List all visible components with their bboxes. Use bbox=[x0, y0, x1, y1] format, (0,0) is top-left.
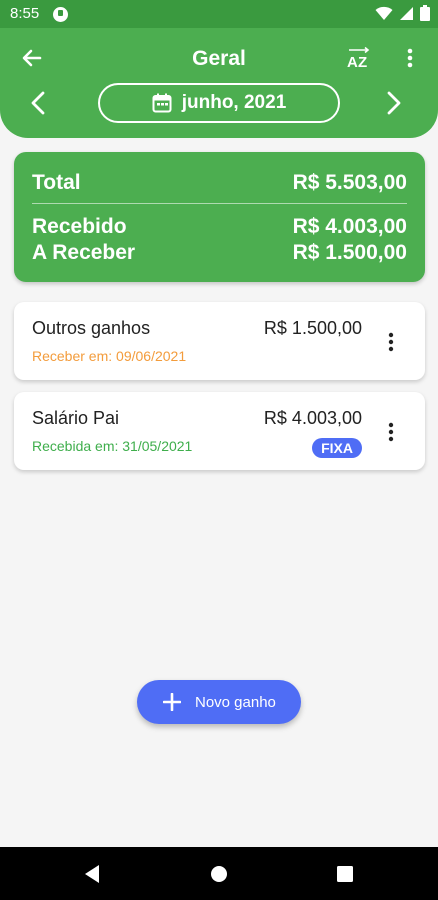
income-value: R$ 1.500,00 bbox=[263, 318, 362, 338]
total-label: Total bbox=[32, 171, 81, 194]
wifi-icon bbox=[375, 6, 393, 20]
month-selector[interactable]: junho, 2021 bbox=[98, 83, 340, 123]
system-nav-bar bbox=[0, 847, 438, 900]
total-value: R$ 5.503,00 bbox=[292, 171, 407, 194]
app-notification-icon bbox=[53, 7, 68, 22]
page-title: Geral bbox=[192, 47, 246, 70]
nav-home-icon[interactable] bbox=[210, 864, 228, 884]
svg-text:Z: Z bbox=[358, 54, 367, 71]
status-time: 8:55 bbox=[10, 5, 40, 22]
income-date: Receber em: 09/06/2021 bbox=[32, 348, 187, 364]
new-income-button[interactable]: Novo ganho bbox=[137, 680, 301, 724]
app-bar: Geral A Z junho, 2021 bbox=[0, 28, 438, 138]
received-row: Recebido R$ 4.003,00 bbox=[32, 215, 407, 239]
received-label: Recebido bbox=[32, 215, 127, 238]
calendar-icon bbox=[152, 93, 172, 113]
svg-text:A: A bbox=[347, 54, 358, 71]
summary-divider bbox=[32, 203, 407, 204]
summary-card: Total R$ 5.503,00 Recebido R$ 4.003,00 A… bbox=[14, 152, 425, 282]
item-more-icon[interactable] bbox=[387, 332, 395, 352]
item-more-icon[interactable] bbox=[387, 422, 395, 442]
chevron-right-icon[interactable] bbox=[382, 90, 404, 116]
plus-icon bbox=[163, 693, 181, 711]
fixed-badge: FIXA bbox=[312, 438, 362, 458]
income-value: R$ 4.003,00 bbox=[263, 408, 362, 428]
signal-icon bbox=[400, 6, 413, 20]
system-icons bbox=[375, 5, 430, 21]
received-value: R$ 4.003,00 bbox=[292, 215, 407, 238]
nav-recents-icon[interactable] bbox=[336, 864, 354, 884]
to-receive-value: R$ 1.500,00 bbox=[292, 241, 407, 264]
to-receive-label: A Receber bbox=[32, 241, 136, 264]
sort-az-icon[interactable]: A Z bbox=[346, 46, 372, 72]
month-label: junho, 2021 bbox=[181, 92, 287, 113]
income-date: Recebida em: 31/05/2021 bbox=[32, 438, 193, 454]
more-vert-icon[interactable] bbox=[400, 46, 420, 70]
to-receive-row: A Receber R$ 1.500,00 bbox=[32, 241, 407, 265]
chevron-left-icon[interactable] bbox=[28, 90, 50, 116]
income-item-card[interactable]: Salário Pai R$ 4.003,00 Recebida em: 31/… bbox=[14, 392, 425, 470]
battery-icon bbox=[420, 5, 430, 21]
new-income-label: Novo ganho bbox=[195, 693, 276, 711]
nav-back-icon[interactable] bbox=[82, 864, 102, 884]
status-bar: 8:55 bbox=[0, 0, 438, 28]
income-name: Outros ganhos bbox=[32, 318, 151, 338]
income-item-card[interactable]: Outros ganhos R$ 1.500,00 Receber em: 09… bbox=[14, 302, 425, 380]
total-row: Total R$ 5.503,00 bbox=[32, 171, 407, 195]
income-name: Salário Pai bbox=[32, 408, 120, 428]
